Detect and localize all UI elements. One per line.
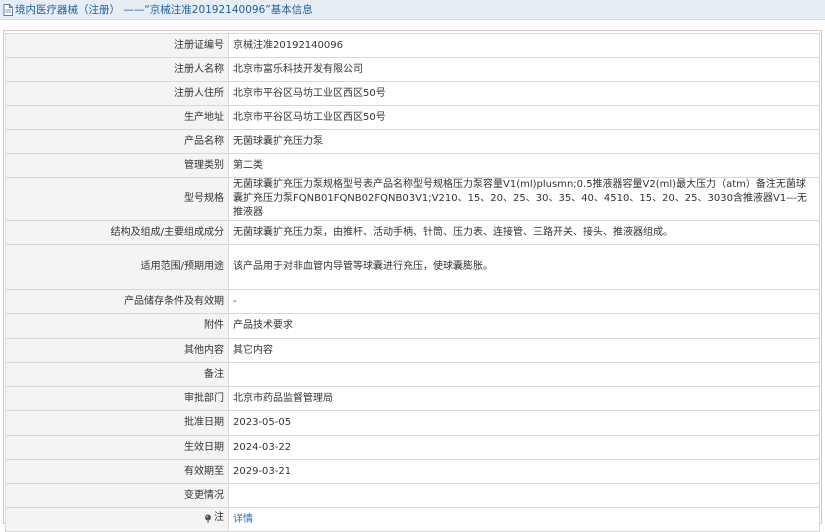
- row-value-attachment: 产品技术要求: [228, 313, 820, 339]
- row-label-category: 管理类别: [5, 153, 229, 178]
- row-label-address: 注册人住所: [5, 81, 229, 106]
- row-label-product-name: 产品名称: [5, 129, 229, 154]
- page-title: 境内医疗器械（注册） ——“京械注准20192140096”基本信息: [15, 4, 313, 16]
- row-label-other: 其他内容: [5, 338, 229, 363]
- table-row: 生产地址 北京市平谷区马坊工业区西区50号: [5, 105, 820, 130]
- row-value-approval-date: 2023-05-05: [228, 410, 820, 436]
- info-table: 注册证编号 京械注准20192140096 注册人名称 北京市富乐科技开发有限公…: [5, 33, 820, 532]
- table-row: 附件 产品技术要求: [5, 313, 820, 339]
- table-row: 注 详情: [5, 507, 820, 532]
- table-row: 产品储存条件及有效期 -: [5, 289, 820, 314]
- table-row: 变更情况: [5, 483, 820, 508]
- table-row: 注册证编号 京械注准20192140096: [5, 33, 820, 58]
- row-value-effective-date: 2024-03-22: [228, 435, 820, 460]
- table-row: 批准日期 2023-05-05: [5, 410, 820, 436]
- note-label-text: 注: [214, 512, 224, 524]
- row-label-expiry-date: 有效期至: [5, 459, 229, 484]
- table-row: 型号规格 无菌球囊扩充压力泵规格型号表产品名称型号规格压力泵容量V1(ml)pl…: [5, 177, 820, 221]
- row-label-structure: 结构及组成/主要组成成分: [5, 220, 229, 245]
- row-label-changes: 变更情况: [5, 483, 229, 508]
- row-value-note: 详情: [228, 507, 820, 532]
- row-value-structure: 无菌球囊扩充压力泵，由推杆、活动手柄、针筒、压力表、连接管、三路开关、接头、推液…: [228, 220, 820, 245]
- row-label-scope: 适用范围/预期用途: [5, 244, 229, 290]
- row-value-product-name: 无菌球囊扩充压力泵: [228, 129, 820, 154]
- row-label-reg-no: 注册证编号: [5, 33, 229, 58]
- table-row: 备注: [5, 362, 820, 387]
- details-link[interactable]: 详情: [233, 514, 253, 525]
- row-label-approval-dept: 审批部门: [5, 386, 229, 411]
- table-row: 有效期至 2029-03-21: [5, 459, 820, 484]
- table-row: 注册人住所 北京市平谷区马坊工业区西区50号: [5, 81, 820, 106]
- row-label-registrant: 注册人名称: [5, 57, 229, 82]
- table-row: 注册人名称 北京市富乐科技开发有限公司: [5, 57, 820, 82]
- row-value-models: 无菌球囊扩充压力泵规格型号表产品名称型号规格压力泵容量V1(ml)plusmn;…: [228, 177, 820, 221]
- row-value-registrant: 北京市富乐科技开发有限公司: [228, 57, 820, 82]
- row-label-effective-date: 生效日期: [5, 435, 229, 460]
- row-value-remarks: [228, 362, 820, 387]
- row-label-models: 型号规格: [5, 177, 229, 221]
- row-value-reg-no: 京械注准20192140096: [228, 33, 820, 58]
- row-value-storage: -: [228, 289, 820, 314]
- table-row: 产品名称 无菌球囊扩充压力泵: [5, 129, 820, 154]
- table-row: 生效日期 2024-03-22: [5, 435, 820, 460]
- document-icon: [3, 3, 13, 16]
- table-row: 管理类别 第二类: [5, 153, 820, 178]
- row-value-changes: [228, 483, 820, 508]
- table-row: 审批部门 北京市药品监督管理局: [5, 386, 820, 411]
- row-label-remarks: 备注: [5, 362, 229, 387]
- row-value-approval-dept: 北京市药品监督管理局: [228, 386, 820, 411]
- row-value-category: 第二类: [228, 153, 820, 178]
- row-label-note: 注: [5, 507, 229, 532]
- row-label-production-site: 生产地址: [5, 105, 229, 130]
- row-value-production-site: 北京市平谷区马坊工业区西区50号: [228, 105, 820, 130]
- table-row: 结构及组成/主要组成成分 无菌球囊扩充压力泵，由推杆、活动手柄、针筒、压力表、连…: [5, 220, 820, 245]
- pin-icon: [204, 514, 212, 523]
- note-label: 注: [204, 511, 224, 525]
- row-label-attachment: 附件: [5, 313, 229, 339]
- row-label-storage: 产品储存条件及有效期: [5, 289, 229, 314]
- table-row: 其他内容 其它内容: [5, 338, 820, 363]
- row-value-expiry-date: 2029-03-21: [228, 459, 820, 484]
- row-value-address: 北京市平谷区马坊工业区西区50号: [228, 81, 820, 106]
- row-value-other: 其它内容: [228, 338, 820, 363]
- row-value-scope: 该产品用于对非血管内导管等球囊进行充压，使球囊膨胀。: [228, 244, 820, 290]
- table-row: 适用范围/预期用途 该产品用于对非血管内导管等球囊进行充压，使球囊膨胀。: [5, 244, 820, 290]
- row-label-approval-date: 批准日期: [5, 410, 229, 436]
- page-header: 境内医疗器械（注册） ——“京械注准20192140096”基本信息: [0, 0, 825, 20]
